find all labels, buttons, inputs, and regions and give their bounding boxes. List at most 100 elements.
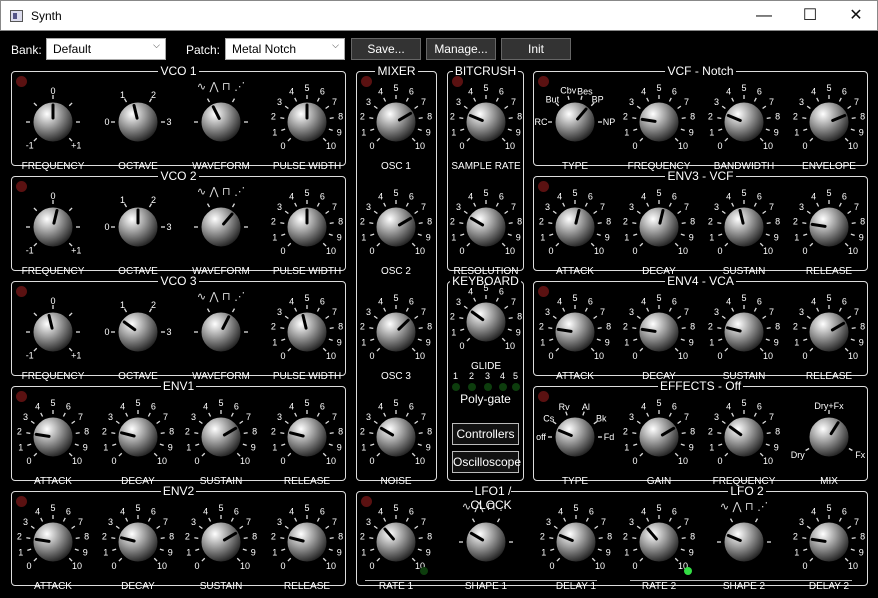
scale-number: 0 <box>717 246 722 256</box>
knob-body <box>554 311 596 353</box>
env3-attack-knob[interactable]: 0 1 2 3 4 5 6 7 8 9 10 ATTACK <box>530 184 620 280</box>
vco1-octave-knob[interactable]: 0 1 2 3 OCTAVE <box>93 79 183 175</box>
scale-tick <box>316 412 320 417</box>
oscilloscope-button[interactable]: Oscilloscope <box>452 451 521 473</box>
scale-tick <box>555 347 560 352</box>
env3-sustain-knob[interactable]: 0 1 2 3 4 5 6 7 8 9 10 SUSTAIN <box>699 184 789 280</box>
mixer-osc2-knob[interactable]: 0 1 2 3 4 5 6 7 8 9 10 OSC 2 <box>351 184 441 280</box>
env2-attack-knob[interactable]: 0 1 2 3 4 5 6 7 8 9 10 ATTACK <box>8 499 98 595</box>
scale-tick <box>562 202 566 207</box>
scale-number: 4 <box>289 402 294 412</box>
scale-tick <box>418 117 423 120</box>
vcf-frequency-knob[interactable]: 0 1 2 3 4 5 6 7 8 9 10 FREQUENCY <box>614 79 704 175</box>
sample-rate-knob[interactable]: 0 1 2 3 4 5 6 7 8 9 10 SAMPLE RATE <box>441 79 531 175</box>
lfo1-divider <box>365 580 597 581</box>
mix-mark-label: Fx <box>855 450 865 460</box>
scale-number: 8 <box>860 217 865 227</box>
scale-tick <box>316 202 320 207</box>
poly-number: 2 <box>469 371 475 381</box>
knob-body <box>638 206 680 248</box>
vcf-type-knob[interactable]: RC But Cbv Bes BP NP TYPE <box>530 79 620 175</box>
scale-number: 0 <box>194 561 199 571</box>
scale-tick <box>414 420 419 425</box>
env3-decay-knob[interactable]: 0 1 2 3 4 5 6 7 8 9 10 DECAY <box>614 184 704 280</box>
vco2-waveform-knob[interactable]: ∿ ⋀ ⊓ ⋰ WAVEFORM <box>176 184 266 280</box>
save-button[interactable]: Save... <box>351 38 421 60</box>
env4-sustain-knob[interactable]: 0 1 2 3 4 5 6 7 8 9 10 SUSTAIN <box>699 289 789 385</box>
init-button[interactable]: Init <box>501 38 571 60</box>
vcf-bandwidth-knob[interactable]: 0 1 2 3 4 5 6 7 8 9 10 BANDWIDTH <box>699 79 789 175</box>
scale-tick <box>62 517 66 522</box>
vco2-octave-knob[interactable]: 0 1 2 3 OCTAVE <box>93 184 183 280</box>
knob-body <box>375 521 417 563</box>
knob-label: RELEASE <box>805 266 853 277</box>
mixer-osc1-knob[interactable]: 0 1 2 3 4 5 6 7 8 9 10 OSC 1 <box>351 79 441 175</box>
scale-number: 6 <box>588 297 593 307</box>
vco1-waveform-knob[interactable]: ∿ ⋀ ⊓ ⋰ WAVEFORM <box>176 79 266 175</box>
scale-tick <box>762 420 767 425</box>
manage-button[interactable]: Manage... <box>426 38 496 60</box>
env4-release-knob[interactable]: 0 1 2 3 4 5 6 7 8 9 10 RELEASE <box>784 289 874 385</box>
mixer-noise-knob[interactable]: 0 1 2 3 4 5 6 7 8 9 10 NOISE <box>351 394 441 490</box>
env2-sustain-knob[interactable]: 0 1 2 3 4 5 6 7 8 9 10 SUSTAIN <box>176 499 266 595</box>
env2-release-knob[interactable]: 0 1 2 3 4 5 6 7 8 9 10 RELEASE <box>262 499 352 595</box>
scale-number: 8 <box>606 322 611 332</box>
scale-tick <box>195 443 200 446</box>
vco3-frequency-knob[interactable]: -1 0 +1 FREQUENCY <box>8 289 98 385</box>
effects-type-knob[interactable]: off Cs Rv Al Bk Fd TYPE <box>530 394 620 490</box>
env4-decay-knob[interactable]: 0 1 2 3 4 5 6 7 8 9 10 DECAY <box>614 289 704 385</box>
controllers-button[interactable]: Controllers <box>452 423 519 445</box>
scale-tick <box>556 557 561 562</box>
env2-decay-knob[interactable]: 0 1 2 3 4 5 6 7 8 9 10 DECAY <box>93 499 183 595</box>
knob-graphic: 01 234 5 678 910 <box>623 188 695 256</box>
glide-knob[interactable]: 0 1 2 3 4 5 6 7 8 9 10 GLIDE <box>441 279 531 375</box>
effects-gain-knob[interactable]: 0 1 2 3 4 5 6 7 8 9 10 GAIN <box>614 394 704 490</box>
scale-number: 7 <box>332 412 337 422</box>
knob-label: FREQUENCY <box>712 476 776 487</box>
scale-number: 0 <box>280 456 285 466</box>
vco3-octave-knob[interactable]: 0 1 2 3 OCTAVE <box>93 289 183 385</box>
effects-mix-knob[interactable]: Dry Dry+Fx Fx MIX <box>784 394 874 490</box>
vco1-pulse-width-knob[interactable]: 0 1 2 3 4 5 6 7 8 9 10 PULSE WIDTH <box>262 79 352 175</box>
scale-number: 4 <box>468 87 473 97</box>
scale-tick <box>370 233 375 236</box>
minimize-button[interactable]: — <box>741 1 787 31</box>
env1-decay-knob[interactable]: 0 1 2 3 4 5 6 7 8 9 10 DECAY <box>93 394 183 490</box>
env4-attack-knob[interactable]: 0 1 2 3 4 5 6 7 8 9 10 ATTACK <box>530 289 620 385</box>
scale-number: 4 <box>378 192 383 202</box>
patch-select[interactable]: Metal Notch ⌵ <box>225 38 345 60</box>
scale-number: 2 <box>623 532 628 542</box>
close-button[interactable]: ✕ <box>833 1 878 31</box>
scale-number: 6 <box>320 192 325 202</box>
env3-release-knob[interactable]: 0 1 2 3 4 5 6 7 8 9 10 RELEASE <box>784 184 874 280</box>
vco3-waveform-knob[interactable]: ∿ ⋀ ⊓ ⋰ WAVEFORM <box>176 289 266 385</box>
env1-sustain-knob[interactable]: 0 1 2 3 4 5 6 7 8 9 10 SUSTAIN <box>176 394 266 490</box>
knob-body <box>117 521 159 563</box>
vco2-frequency-knob[interactable]: -1 0 +1 FREQUENCY <box>8 184 98 280</box>
env1-release-knob[interactable]: 0 1 2 3 4 5 6 7 8 9 10 RELEASE <box>262 394 352 490</box>
scale-tick <box>316 307 320 312</box>
knob-label: RESOLUTION <box>453 266 519 277</box>
scale-tick <box>805 447 810 452</box>
scale-number: 9 <box>426 338 431 348</box>
resolution-knob[interactable]: 0 1 2 3 4 5 6 7 8 9 10 RESOLUTION <box>441 184 531 280</box>
vcf-envelope-knob[interactable]: 0 1 2 3 4 5 6 7 8 9 10 ENVELOPE <box>784 79 874 175</box>
mixer-osc3-knob[interactable]: 0 1 2 3 4 5 6 7 8 9 10 OSC 3 <box>351 289 441 385</box>
effects-frequency-knob[interactable]: 0 1 2 3 4 5 6 7 8 9 10 FREQUENCY <box>699 394 789 490</box>
scale-tick <box>284 210 289 215</box>
scale-tick <box>329 537 334 540</box>
scale-number: 7 <box>421 202 426 212</box>
scale-tick <box>316 97 320 102</box>
scale-number: 7 <box>684 307 689 317</box>
maximize-button[interactable]: ☐ <box>787 1 833 31</box>
scale-tick <box>753 202 757 207</box>
vco1-frequency-knob[interactable]: -1 0 +1 FREQUENCY <box>8 79 98 175</box>
env1-attack-knob[interactable]: 0 1 2 3 4 5 6 7 8 9 10 ATTACK <box>8 394 98 490</box>
scale-tick <box>596 338 601 341</box>
vco2-pulse-width-knob[interactable]: 0 1 2 3 4 5 6 7 8 9 10 PULSE WIDTH <box>262 184 352 280</box>
bank-select[interactable]: Default ⌵ <box>46 38 166 60</box>
scale-number: 7 <box>684 517 689 527</box>
scale-tick <box>677 210 682 215</box>
knob-body <box>200 101 242 143</box>
vco3-pulse-width-knob[interactable]: 0 1 2 3 4 5 6 7 8 9 10 PULSE WIDTH <box>262 289 352 385</box>
